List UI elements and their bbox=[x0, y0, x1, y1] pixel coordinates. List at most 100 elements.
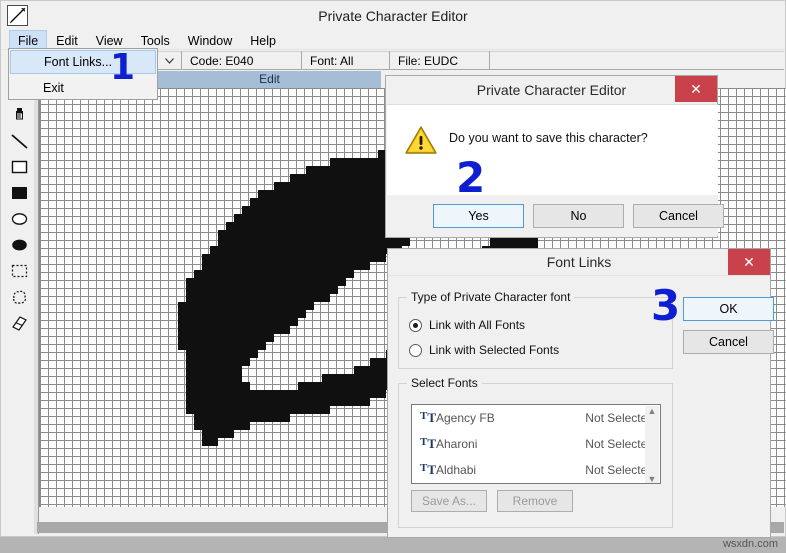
glyph-pixel[interactable] bbox=[370, 374, 378, 382]
glyph-pixel[interactable] bbox=[250, 206, 258, 214]
glyph-pixel[interactable] bbox=[362, 246, 370, 254]
glyph-pixel[interactable] bbox=[226, 230, 234, 238]
glyph-pixel[interactable] bbox=[370, 230, 378, 238]
glyph-pixel[interactable] bbox=[354, 230, 362, 238]
glyph-pixel[interactable] bbox=[250, 246, 258, 254]
yes-button[interactable]: Yes bbox=[433, 203, 524, 228]
glyph-pixel[interactable] bbox=[322, 174, 330, 182]
glyph-pixel[interactable] bbox=[346, 166, 354, 174]
glyph-pixel[interactable] bbox=[186, 310, 194, 318]
glyph-pixel[interactable] bbox=[234, 326, 242, 334]
glyph-pixel[interactable] bbox=[234, 390, 242, 398]
glyph-pixel[interactable] bbox=[322, 238, 330, 246]
glyph-pixel[interactable] bbox=[346, 374, 354, 382]
glyph-pixel[interactable] bbox=[370, 174, 378, 182]
glyph-pixel[interactable] bbox=[306, 398, 314, 406]
glyph-pixel[interactable] bbox=[210, 358, 218, 366]
glyph-pixel[interactable] bbox=[314, 262, 322, 270]
glyph-pixel[interactable] bbox=[258, 278, 266, 286]
glyph-pixel[interactable] bbox=[354, 198, 362, 206]
glyph-pixel[interactable] bbox=[298, 238, 306, 246]
glyph-pixel[interactable] bbox=[194, 270, 202, 278]
glyph-pixel[interactable] bbox=[346, 390, 354, 398]
glyph-pixel[interactable] bbox=[338, 238, 346, 246]
glyph-pixel[interactable] bbox=[338, 182, 346, 190]
glyph-pixel[interactable] bbox=[330, 278, 338, 286]
glyph-pixel[interactable] bbox=[282, 270, 290, 278]
glyph-pixel[interactable] bbox=[194, 318, 202, 326]
glyph-pixel[interactable] bbox=[202, 334, 210, 342]
glyph-pixel[interactable] bbox=[362, 262, 370, 270]
pencil-icon[interactable] bbox=[7, 5, 28, 26]
glyph-pixel[interactable] bbox=[258, 318, 266, 326]
glyph-pixel[interactable] bbox=[282, 326, 290, 334]
glyph-pixel[interactable] bbox=[362, 158, 370, 166]
glyph-pixel[interactable] bbox=[258, 222, 266, 230]
glyph-pixel[interactable] bbox=[322, 398, 330, 406]
glyph-pixel[interactable] bbox=[306, 278, 314, 286]
glyph-pixel[interactable] bbox=[226, 366, 234, 374]
glyph-pixel[interactable] bbox=[194, 342, 202, 350]
glyph-pixel[interactable] bbox=[266, 190, 274, 198]
glyph-pixel[interactable] bbox=[194, 366, 202, 374]
glyph-pixel[interactable] bbox=[242, 278, 250, 286]
glyph-pixel[interactable] bbox=[242, 398, 250, 406]
glyph-pixel[interactable] bbox=[362, 230, 370, 238]
glyph-pixel[interactable] bbox=[234, 422, 242, 430]
glyph-pixel[interactable] bbox=[234, 230, 242, 238]
glyph-pixel[interactable] bbox=[226, 254, 234, 262]
glyph-pixel[interactable] bbox=[258, 310, 266, 318]
glyph-pixel[interactable] bbox=[242, 286, 250, 294]
glyph-pixel[interactable] bbox=[282, 206, 290, 214]
glyph-pixel[interactable] bbox=[186, 342, 194, 350]
glyph-pixel[interactable] bbox=[210, 406, 218, 414]
glyph-pixel[interactable] bbox=[210, 294, 218, 302]
glyph-pixel[interactable] bbox=[362, 206, 370, 214]
glyph-pixel[interactable] bbox=[274, 198, 282, 206]
glyph-pixel[interactable] bbox=[218, 302, 226, 310]
glyph-pixel[interactable] bbox=[354, 206, 362, 214]
glyph-pixel[interactable] bbox=[314, 382, 322, 390]
scroll-up-icon[interactable]: ▲ bbox=[648, 406, 657, 416]
glyph-pixel[interactable] bbox=[370, 190, 378, 198]
glyph-pixel[interactable] bbox=[362, 382, 370, 390]
cancel-button[interactable]: Cancel bbox=[633, 203, 724, 228]
glyph-pixel[interactable] bbox=[346, 238, 354, 246]
glyph-pixel[interactable] bbox=[290, 286, 298, 294]
glyph-pixel[interactable] bbox=[378, 366, 386, 374]
glyph-pixel[interactable] bbox=[402, 238, 410, 246]
glyph-pixel[interactable] bbox=[210, 334, 218, 342]
glyph-pixel[interactable] bbox=[338, 198, 346, 206]
remove-button[interactable]: Remove bbox=[497, 490, 573, 512]
glyph-pixel[interactable] bbox=[218, 294, 226, 302]
glyph-pixel[interactable] bbox=[178, 318, 186, 326]
glyph-pixel[interactable] bbox=[330, 398, 338, 406]
glyph-pixel[interactable] bbox=[338, 190, 346, 198]
glyph-pixel[interactable] bbox=[242, 302, 250, 310]
glyph-pixel[interactable] bbox=[218, 230, 226, 238]
glyph-pixel[interactable] bbox=[250, 334, 258, 342]
glyph-pixel[interactable] bbox=[242, 406, 250, 414]
glyph-pixel[interactable] bbox=[346, 222, 354, 230]
glyph-pixel[interactable] bbox=[266, 390, 274, 398]
glyph-pixel[interactable] bbox=[250, 294, 258, 302]
glyph-pixel[interactable] bbox=[242, 262, 250, 270]
glyph-pixel[interactable] bbox=[346, 246, 354, 254]
glyph-pixel[interactable] bbox=[338, 246, 346, 254]
glyph-pixel[interactable] bbox=[314, 238, 322, 246]
glyph-pixel[interactable] bbox=[266, 310, 274, 318]
glyph-pixel[interactable] bbox=[202, 350, 210, 358]
glyph-pixel[interactable] bbox=[274, 238, 282, 246]
glyph-pixel[interactable] bbox=[298, 398, 306, 406]
glyph-pixel[interactable] bbox=[242, 310, 250, 318]
glyph-pixel[interactable] bbox=[314, 278, 322, 286]
glyph-pixel[interactable] bbox=[186, 302, 194, 310]
glyph-pixel[interactable] bbox=[290, 310, 298, 318]
glyph-pixel[interactable] bbox=[298, 310, 306, 318]
glyph-pixel[interactable] bbox=[386, 238, 394, 246]
glyph-pixel[interactable] bbox=[234, 414, 242, 422]
glyph-pixel[interactable] bbox=[282, 318, 290, 326]
glyph-pixel[interactable] bbox=[266, 398, 274, 406]
glyph-pixel[interactable] bbox=[226, 342, 234, 350]
glyph-pixel[interactable] bbox=[258, 342, 266, 350]
